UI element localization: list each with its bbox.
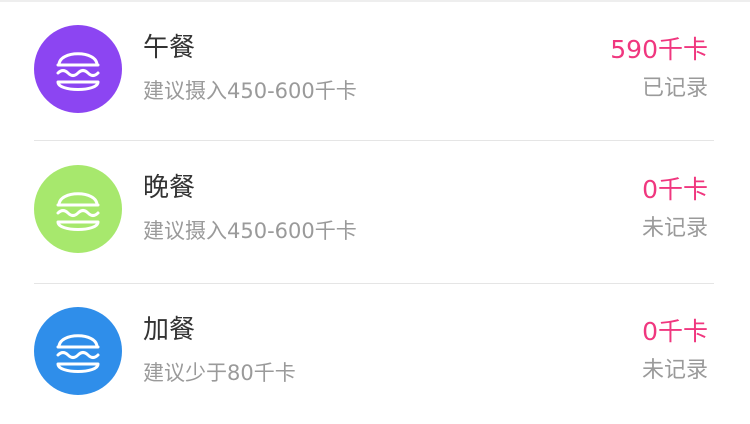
meal-status: 已记录: [641, 76, 708, 101]
meal-name: 加餐: [143, 315, 196, 345]
row-divider: [34, 140, 714, 141]
meal-suggestion: 建议少于80千卡: [143, 361, 296, 385]
meal-name: 晚餐: [143, 173, 196, 203]
meal-row-lunch[interactable]: 午餐 建议摄入450-600千卡 590千卡 已记录: [0, 2, 750, 142]
meal-list: 午餐 建议摄入450-600千卡 590千卡 已记录 晚餐 建议摄入450-60…: [0, 0, 750, 420]
meal-kcal: 0千卡: [642, 175, 708, 204]
meal-suggestion: 建议摄入450-600千卡: [143, 219, 357, 243]
meal-status: 未记录: [641, 216, 708, 241]
burger-icon: [34, 307, 122, 395]
meal-kcal: 0千卡: [642, 317, 708, 346]
burger-icon: [34, 25, 122, 113]
meal-status: 未记录: [641, 358, 708, 383]
meal-name: 午餐: [143, 33, 196, 63]
meal-kcal: 590千卡: [610, 35, 708, 64]
meal-suggestion: 建议摄入450-600千卡: [143, 79, 357, 103]
meal-row-dinner[interactable]: 晚餐 建议摄入450-600千卡 0千卡 未记录: [0, 142, 750, 282]
meal-row-snack[interactable]: 加餐 建议少于80千卡 0千卡 未记录: [0, 284, 750, 424]
burger-icon: [34, 165, 122, 253]
